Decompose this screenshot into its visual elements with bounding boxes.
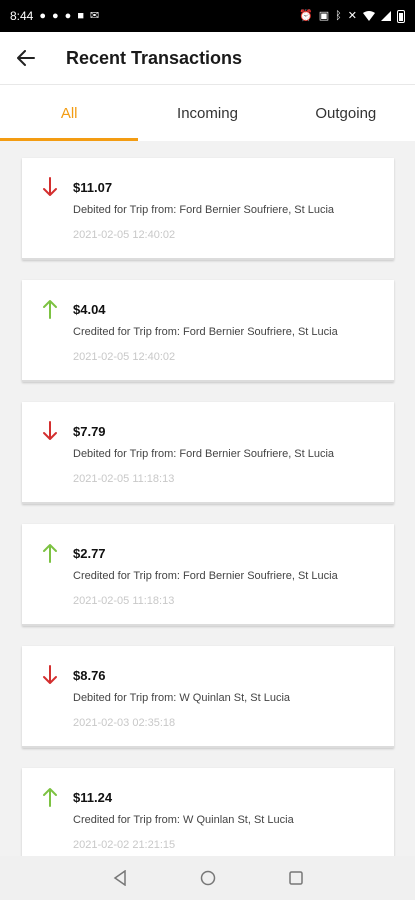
battery-icon [397,9,405,23]
arrow-left-icon [17,50,35,66]
transaction-card[interactable]: $2.77 Credited for Trip from: Ford Bernie… [22,524,394,626]
page-title: Recent Transactions [66,47,243,68]
nav-recents-button[interactable] [287,869,305,887]
nav-home-button[interactable] [199,869,217,887]
transaction-card[interactable]: $8.76 Debited for Trip from: W Quinlan St… [22,646,394,748]
app-header: Recent Transactions [0,32,415,84]
transaction-amount: $2.77 [73,546,106,561]
alarm-icon: ⏰ [299,9,313,22]
tab-bar: All Incoming Outgoing [0,84,415,141]
tab-incoming[interactable]: Incoming [138,85,276,141]
transaction-amount: $11.07 [73,180,113,195]
transaction-amount: $4.04 [73,302,106,317]
nav-back-button[interactable] [111,869,129,887]
transaction-description: Debited for Trip from: Ford Bernier Souf… [73,448,335,460]
status-bar: 8:44 ● ● ● ■ ✉ ⏰ ▣ ᛒ ✕ [0,0,415,32]
navigation-bar [0,856,415,900]
transaction-description: Debited for Trip from: Ford Bernier Souf… [73,204,335,216]
signal-icon [381,11,391,21]
status-left: 8:44 ● ● ● ■ ✉ [10,9,99,23]
facebook-icon: ● [52,9,59,22]
transaction-card[interactable]: $11.24 Credited for Trip from: W Quinlan … [22,768,394,856]
messenger-icon: ● [39,9,47,22]
nfc-icon: ▣ [318,9,330,22]
home-circle-icon [200,870,215,886]
transaction-amount: $8.76 [73,668,106,683]
recents-square-icon [288,871,303,885]
bluetooth-icon: ᛒ [335,9,342,22]
arrow-up-icon [43,544,57,563]
transaction-date: 2021-02-03 02:35:18 [73,717,176,729]
tab-all[interactable]: All [0,85,139,141]
arrow-down-icon [43,665,57,684]
transaction-description: Credited for Trip from: W Quinlan St, St… [73,814,294,826]
mute-icon: ✕ [347,9,357,22]
transaction-amount: $11.24 [73,790,113,805]
transaction-amount: $7.79 [73,424,106,439]
transaction-card[interactable]: $11.07 Debited for Trip from: Ford Bernie… [22,158,394,260]
transaction-date: 2021-02-05 11:18:13 [73,473,175,485]
facebook-icon: ● [64,9,72,22]
transaction-list[interactable]: $11.07 Debited for Trip from: Ford Bernie… [0,140,415,856]
arrow-down-icon [43,177,57,196]
app-icon: ■ [77,9,84,22]
status-right: ⏰ ▣ ᛒ ✕ [299,9,405,23]
arrow-up-icon [43,788,57,807]
transaction-date: 2021-02-02 21:21:15 [73,839,176,851]
tab-outgoing[interactable]: Outgoing [277,85,415,141]
arrow-down-icon [43,421,57,440]
arrow-up-icon [43,300,57,319]
status-time: 8:44 [10,9,34,23]
transaction-description: Credited for Trip from: Ford Bernier Sou… [73,570,338,582]
transaction-card[interactable]: $7.79 Debited for Trip from: Ford Bernier… [22,402,394,504]
transaction-description: Debited for Trip from: W Quinlan St, St … [73,692,291,704]
transaction-description: Credited for Trip from: Ford Bernier Sou… [73,326,338,338]
transaction-date: 2021-02-05 12:40:02 [73,351,176,363]
mail-icon: ✉ [89,9,100,22]
back-triangle-icon [113,870,126,886]
transaction-card[interactable]: $4.04 Credited for Trip from: Ford Bernie… [22,280,394,382]
wifi-icon [363,11,375,21]
back-button[interactable] [0,32,52,84]
transaction-date: 2021-02-05 11:18:13 [73,595,175,607]
transaction-date: 2021-02-05 12:40:02 [73,229,176,241]
